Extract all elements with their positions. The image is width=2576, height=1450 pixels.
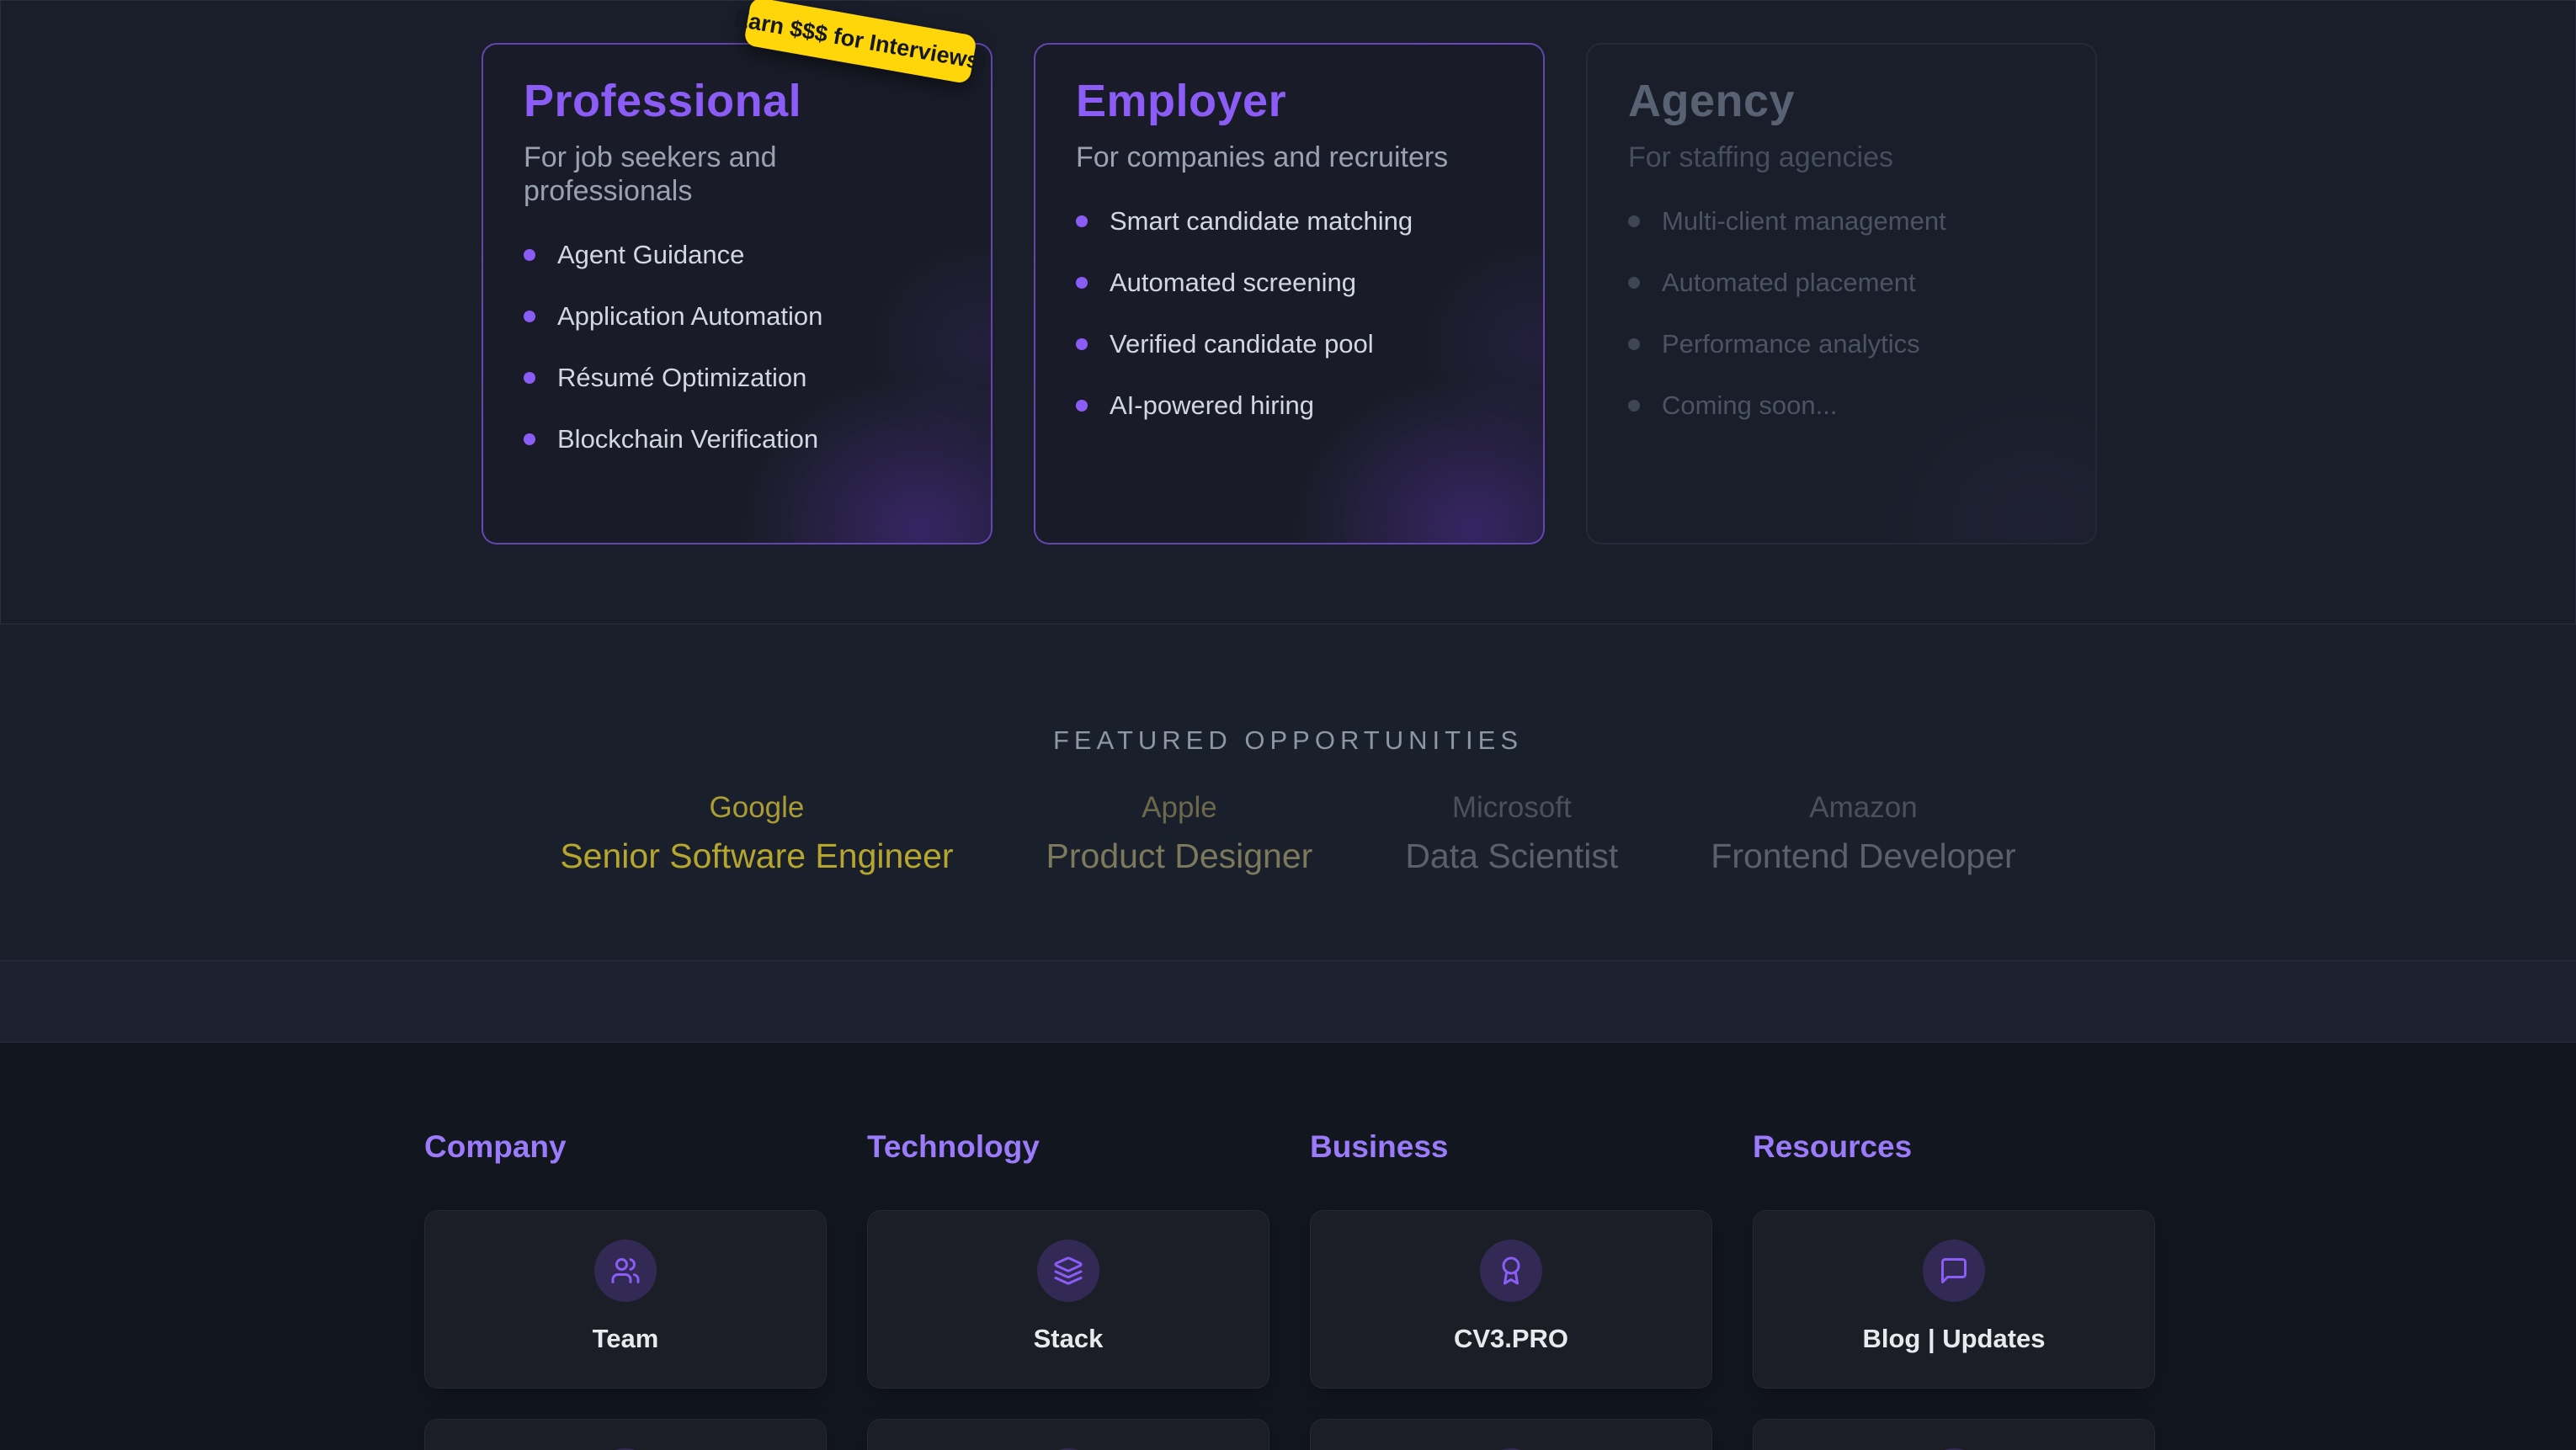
plan-feature: Smart candidate matching xyxy=(1076,208,1503,234)
plan-card-employer[interactable]: Employer For companies and recruiters Sm… xyxy=(1034,43,1545,544)
footer-column-business: Business CV3.PRO xyxy=(1310,1129,1712,1450)
job-company: Microsoft xyxy=(1405,791,1618,825)
plan-feature-list: Multi-client management Automated placem… xyxy=(1628,208,2055,418)
divider-band xyxy=(0,961,2576,1042)
featured-job-apple[interactable]: Apple Product Designer xyxy=(1046,791,1313,875)
job-company: Apple xyxy=(1046,791,1313,825)
plan-feature-list: Agent Guidance Application Automation Ré… xyxy=(524,242,950,452)
promo-badge: Earn $$$ for Interviews! xyxy=(743,0,977,84)
plan-feature-label: Performance analytics xyxy=(1662,331,1920,357)
plan-feature-label: Résumé Optimization xyxy=(557,364,806,390)
bullet-icon xyxy=(1628,400,1640,412)
footer-column-technology: Technology Stack xyxy=(867,1129,1269,1450)
bullet-icon xyxy=(524,372,535,384)
plan-feature: Agent Guidance xyxy=(524,242,950,268)
bullet-icon xyxy=(524,249,535,261)
plan-feature-label: Verified candidate pool xyxy=(1110,331,1374,357)
plan-feature: Application Automation xyxy=(524,303,950,329)
users-icon xyxy=(610,1256,641,1286)
plan-feature-list: Smart candidate matching Automated scree… xyxy=(1076,208,1503,418)
plan-subtitle: For job seekers and professionals xyxy=(524,141,950,208)
footer-columns: Company Team Technology xyxy=(424,1129,2155,1450)
plans-section: Earn $$$ for Interviews! Professional Fo… xyxy=(0,0,2576,624)
bullet-icon xyxy=(1628,215,1640,227)
footer: Company Team Technology xyxy=(0,1043,2576,1450)
plan-feature: AI-powered hiring xyxy=(1076,392,1503,418)
plan-feature-label: Blockchain Verification xyxy=(557,426,818,452)
layers-icon xyxy=(1053,1256,1083,1286)
plan-card-professional[interactable]: Earn $$$ for Interviews! Professional Fo… xyxy=(482,43,993,544)
bullet-icon xyxy=(524,311,535,322)
featured-heading: FEATURED OPPORTUNITIES xyxy=(0,624,2576,756)
plan-feature-label: Agent Guidance xyxy=(557,242,744,268)
plan-cards-row: Earn $$$ for Interviews! Professional Fo… xyxy=(482,43,2097,544)
footer-column-heading: Company xyxy=(424,1129,827,1165)
plan-title: Professional xyxy=(524,75,950,127)
award-icon xyxy=(1496,1256,1526,1286)
bullet-icon xyxy=(1628,338,1640,350)
job-company: Amazon xyxy=(1711,791,2015,825)
footer-column-company: Company Team xyxy=(424,1129,827,1450)
footer-card-cropped[interactable] xyxy=(1753,1419,2155,1450)
featured-job-microsoft[interactable]: Microsoft Data Scientist xyxy=(1405,791,1618,875)
plan-subtitle: For companies and recruiters xyxy=(1076,141,1503,174)
footer-column-heading: Business xyxy=(1310,1129,1712,1165)
plan-feature-label: AI-powered hiring xyxy=(1110,392,1314,418)
bullet-icon xyxy=(1076,338,1088,350)
featured-section: FEATURED OPPORTUNITIES Google Senior Sof… xyxy=(0,624,2576,960)
featured-job-google[interactable]: Google Senior Software Engineer xyxy=(560,791,953,875)
icon-circle xyxy=(1923,1240,1985,1302)
footer-card-blog[interactable]: Blog | Updates xyxy=(1753,1210,2155,1389)
plan-feature-label: Application Automation xyxy=(557,303,822,329)
page: Earn $$$ for Interviews! Professional Fo… xyxy=(0,0,2576,1450)
footer-card-cv3pro[interactable]: CV3.PRO xyxy=(1310,1210,1712,1389)
job-role: Frontend Developer xyxy=(1711,837,2015,875)
icon-circle xyxy=(594,1240,657,1302)
plan-feature: Automated placement xyxy=(1628,269,2055,295)
plan-card-agency: Agency For staffing agencies Multi-clien… xyxy=(1586,43,2097,544)
plan-feature-label: Coming soon... xyxy=(1662,392,1838,418)
plan-feature: Résumé Optimization xyxy=(524,364,950,390)
plan-feature: Performance analytics xyxy=(1628,331,2055,357)
footer-card-stack[interactable]: Stack xyxy=(867,1210,1269,1389)
footer-card-cropped[interactable] xyxy=(424,1419,827,1450)
plan-feature-label: Automated placement xyxy=(1662,269,1916,295)
plan-title: Employer xyxy=(1076,75,1503,127)
plan-feature-label: Multi-client management xyxy=(1662,208,1946,234)
plan-title: Agency xyxy=(1628,75,2055,127)
footer-column-heading: Resources xyxy=(1753,1129,2155,1165)
job-role: Data Scientist xyxy=(1405,837,1618,875)
bullet-icon xyxy=(1076,400,1088,412)
plan-feature: Coming soon... xyxy=(1628,392,2055,418)
plan-feature: Multi-client management xyxy=(1628,208,2055,234)
bullet-icon xyxy=(1076,277,1088,289)
plan-feature: Blockchain Verification xyxy=(524,426,950,452)
bullet-icon xyxy=(1076,215,1088,227)
footer-card-cropped[interactable] xyxy=(867,1419,1269,1450)
footer-card-label: Team xyxy=(593,1324,659,1354)
bullet-icon xyxy=(1628,277,1640,289)
job-role: Senior Software Engineer xyxy=(560,837,953,875)
plan-feature: Automated screening xyxy=(1076,269,1503,295)
plan-feature-label: Smart candidate matching xyxy=(1110,208,1413,234)
featured-job-amazon[interactable]: Amazon Frontend Developer xyxy=(1711,791,2015,875)
footer-card-label: CV3.PRO xyxy=(1454,1324,1568,1354)
footer-card-cropped[interactable] xyxy=(1310,1419,1712,1450)
icon-circle xyxy=(1480,1240,1542,1302)
message-square-icon xyxy=(1939,1256,1969,1286)
footer-card-team[interactable]: Team xyxy=(424,1210,827,1389)
bullet-icon xyxy=(524,433,535,445)
job-role: Product Designer xyxy=(1046,837,1313,875)
icon-circle xyxy=(1037,1240,1099,1302)
footer-column-heading: Technology xyxy=(867,1129,1269,1165)
job-company: Google xyxy=(560,791,953,825)
footer-card-label: Stack xyxy=(1034,1324,1104,1354)
featured-jobs-row: Google Senior Software Engineer Apple Pr… xyxy=(0,791,2576,875)
plan-subtitle: For staffing agencies xyxy=(1628,141,2055,174)
plan-feature-label: Automated screening xyxy=(1110,269,1356,295)
footer-column-resources: Resources Blog | Updates xyxy=(1753,1129,2155,1450)
plan-feature: Verified candidate pool xyxy=(1076,331,1503,357)
footer-card-label: Blog | Updates xyxy=(1862,1324,2045,1354)
